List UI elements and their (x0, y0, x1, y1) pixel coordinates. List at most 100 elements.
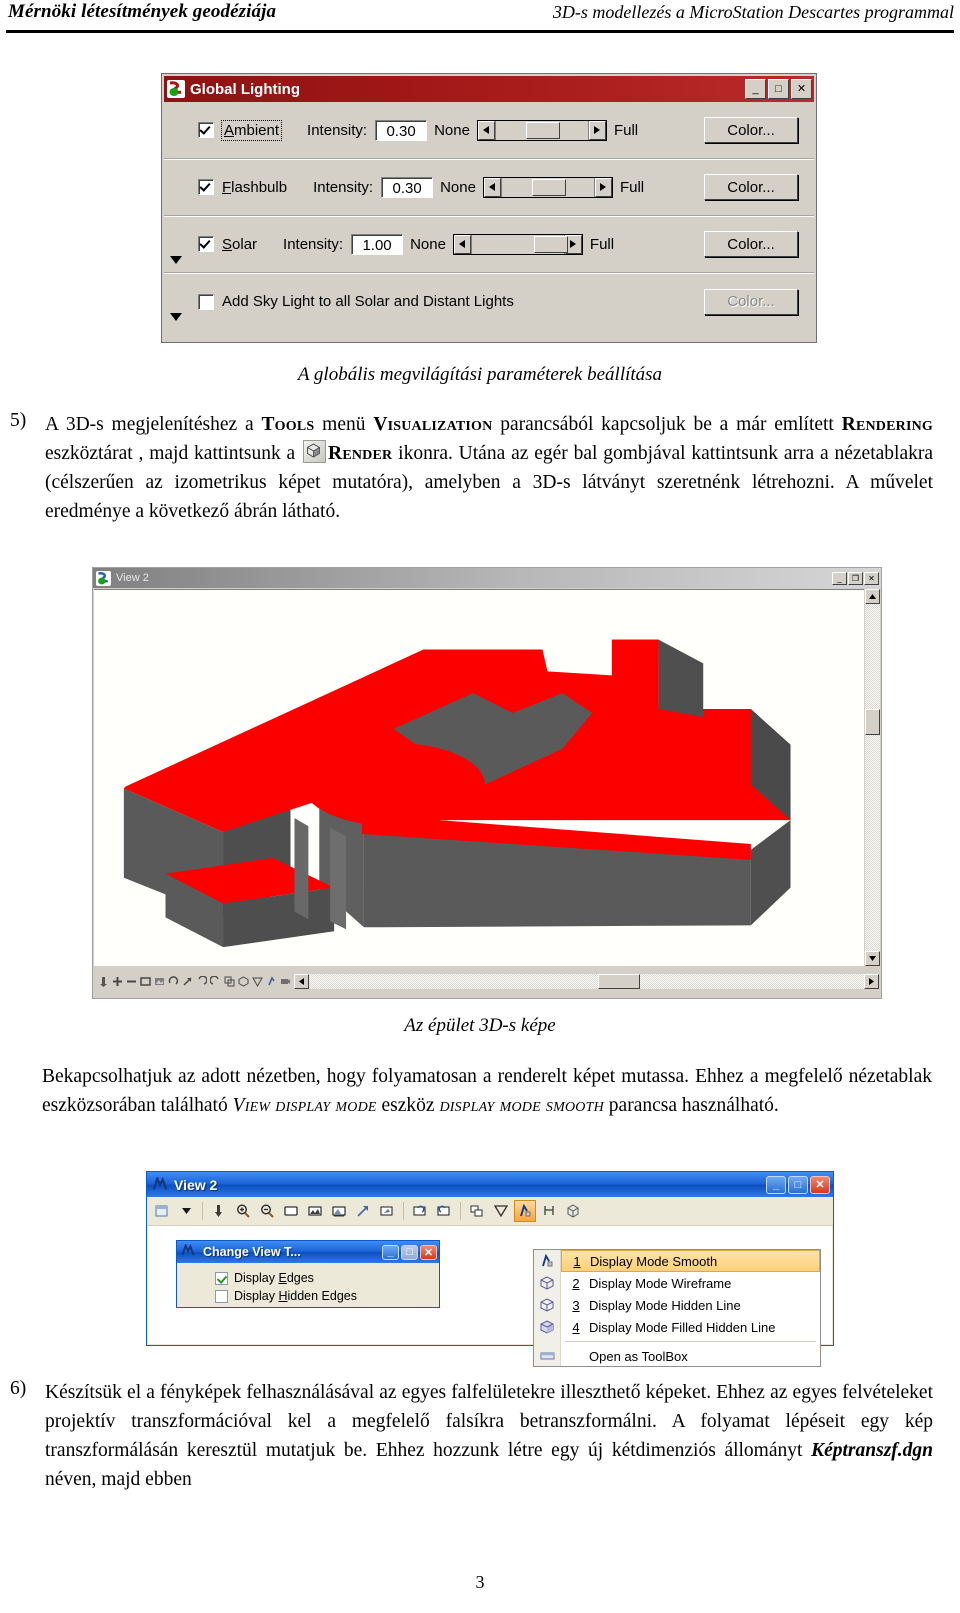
view-attributes-icon[interactable] (151, 1200, 173, 1222)
render-icon[interactable] (303, 440, 327, 463)
ambient-slider-track[interactable] (494, 120, 589, 140)
ambient-checkbox[interactable] (198, 122, 214, 138)
close-button[interactable]: ✕ (420, 1244, 437, 1260)
flashbulb-checkbox[interactable] (198, 179, 214, 195)
flashbulb-slider-track[interactable] (500, 177, 595, 197)
scroll-down-button[interactable] (865, 951, 880, 966)
view-next-icon[interactable] (209, 975, 222, 988)
flashbulb-color-button[interactable]: Color... (704, 174, 798, 200)
scroll-right-button[interactable] (864, 974, 879, 989)
fit-view-icon[interactable] (304, 1200, 326, 1222)
maximize-button[interactable]: □ (401, 1244, 418, 1260)
skylight-checkbox[interactable] (198, 293, 214, 310)
minimize-button[interactable]: _ (382, 1244, 399, 1260)
minimize-button[interactable]: _ (766, 1175, 786, 1194)
window-area-icon[interactable] (280, 1200, 302, 1222)
zoom-out-icon[interactable] (256, 1200, 278, 1222)
view-previous-icon[interactable] (409, 1200, 431, 1222)
view2-xp-toolbar[interactable] (147, 1197, 833, 1226)
restore-button[interactable]: ❐ (848, 571, 863, 585)
ambient-slider-right-arrow[interactable] (588, 120, 606, 140)
clip-mask-icon[interactable] (251, 975, 264, 988)
dropdown-arrow-icon[interactable] (175, 1200, 197, 1222)
hscroll-thumb[interactable] (597, 974, 640, 989)
menu-item-display-mode-filled-hidden-line[interactable]: 4 Display Mode Filled Hidden Line (561, 1316, 820, 1338)
solar-slider-left-arrow[interactable] (453, 234, 471, 254)
solar-checkbox[interactable] (198, 236, 214, 252)
fit-view-icon[interactable] (153, 975, 166, 988)
display-hidden-edges-checkbox[interactable] (215, 1289, 228, 1303)
update-view-icon[interactable] (208, 1200, 230, 1222)
step5-line5: látható. (282, 501, 341, 522)
clip-volume-icon[interactable] (490, 1200, 512, 1222)
display-mode-dropdown-menu[interactable]: 1 Display Mode Smooth 2 Display Mode Wir… (533, 1249, 821, 1367)
change-view-tool-titlebar[interactable]: Change View T... _ □ ✕ (177, 1241, 439, 1263)
flashbulb-intensity-field[interactable]: 0.30 (381, 176, 434, 198)
flashbulb-slider-right-arrow[interactable] (594, 177, 612, 197)
scroll-left-button[interactable] (294, 974, 309, 989)
render-view-icon[interactable] (328, 1200, 350, 1222)
step5-rendering: Rendering (841, 414, 934, 435)
solar-intensity-field[interactable]: 1.00 (351, 233, 404, 255)
menu-item-open-as-toolbox[interactable]: Open as ToolBox (561, 1345, 820, 1367)
scroll-thumb[interactable] (865, 709, 880, 735)
change-view-perspective-icon[interactable] (538, 1200, 560, 1222)
maximize-button[interactable]: □ (768, 79, 789, 99)
update-view-icon[interactable] (97, 975, 110, 988)
view2-render-titlebar[interactable]: View 2 _ ❐ ✕ (93, 568, 881, 588)
rotate-view-icon[interactable] (352, 1200, 374, 1222)
display-mode-icon[interactable] (514, 1200, 536, 1222)
menu-item-display-mode-hidden-line[interactable]: 3 Display Mode Hidden Line (561, 1294, 820, 1316)
pan-view-icon[interactable] (376, 1200, 398, 1222)
flashbulb-slider-left-arrow[interactable] (483, 177, 501, 197)
copy-view-icon[interactable] (466, 1200, 488, 1222)
minimize-button[interactable]: _ (745, 79, 766, 99)
ambient-slider-left-arrow[interactable] (477, 120, 495, 140)
view2-xp-titlebar[interactable]: View 2 _ □ ✕ (147, 1172, 833, 1197)
pan-view-icon[interactable] (181, 975, 194, 988)
solar-color-button[interactable]: Color... (704, 231, 798, 257)
display-hidden-edges-row[interactable]: Display Hidden Edges (215, 1287, 439, 1305)
flashbulb-slider[interactable] (482, 176, 613, 198)
display-mode-icon[interactable] (265, 975, 278, 988)
solar-slider-track[interactable] (470, 234, 568, 254)
view-next-icon[interactable] (433, 1200, 455, 1222)
close-button[interactable]: ✕ (791, 79, 812, 99)
view2-view-control-toolbar[interactable] (94, 975, 292, 988)
window-area-icon[interactable] (139, 975, 152, 988)
view2-render-canvas[interactable] (94, 589, 865, 966)
solar-slider-thumb[interactable] (533, 235, 568, 253)
scroll-up-button[interactable] (865, 589, 880, 604)
view2-horizontal-scrollbar[interactable] (294, 974, 879, 989)
menu-item-display-mode-smooth[interactable]: 1 Display Mode Smooth (561, 1250, 820, 1272)
camera-icon[interactable] (279, 975, 292, 988)
global-lighting-titlebar[interactable]: Global Lighting _ □ ✕ (164, 76, 814, 102)
microstation-logo-icon (181, 1242, 197, 1260)
display-edges-row[interactable]: Display Edges (215, 1269, 439, 1287)
copy-view-icon[interactable] (223, 975, 236, 988)
display-edges-checkbox[interactable] (215, 1271, 228, 1285)
solar-slider[interactable] (452, 233, 583, 255)
ambient-color-button[interactable]: Color... (704, 117, 798, 143)
ambient-slider[interactable] (476, 119, 607, 141)
rotate-view-icon[interactable] (167, 975, 180, 988)
ambient-intensity-field[interactable]: 0.30 (375, 119, 428, 141)
maximize-button[interactable]: □ (788, 1175, 808, 1194)
zoom-in-icon[interactable] (111, 975, 124, 988)
scroll-track[interactable] (865, 604, 880, 951)
skylight-expand-arrow-icon[interactable] (170, 313, 182, 321)
ambient-slider-thumb[interactable] (525, 121, 560, 139)
camera-icon[interactable] (562, 1200, 584, 1222)
flashbulb-slider-thumb[interactable] (531, 178, 566, 196)
hscroll-track[interactable] (309, 974, 864, 989)
minimize-button[interactable]: _ (832, 571, 847, 585)
zoom-out-icon[interactable] (125, 975, 138, 988)
view2-vertical-scrollbar[interactable] (864, 589, 880, 966)
view-previous-icon[interactable] (195, 975, 208, 988)
close-button[interactable]: ✕ (864, 571, 879, 585)
zoom-in-icon[interactable] (232, 1200, 254, 1222)
menu-item-display-mode-wireframe[interactable]: 2 Display Mode Wireframe (561, 1272, 820, 1294)
clip-volume-icon[interactable] (237, 975, 250, 988)
solar-expand-arrow-icon[interactable] (170, 256, 182, 264)
close-button[interactable]: ✕ (810, 1175, 830, 1194)
